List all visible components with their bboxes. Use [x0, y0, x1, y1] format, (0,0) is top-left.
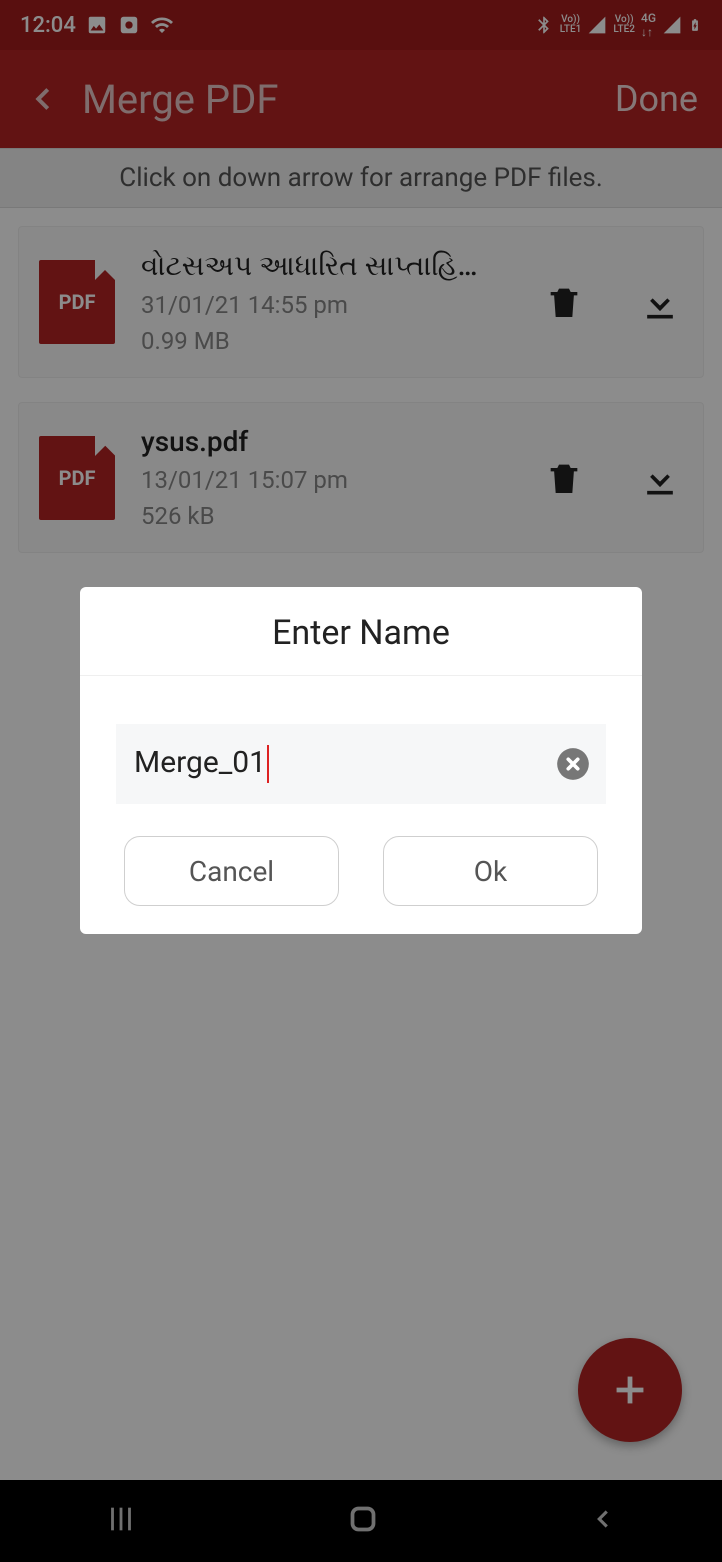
clear-input-button[interactable] — [554, 745, 592, 783]
close-circle-icon — [554, 745, 592, 783]
cancel-button[interactable]: Cancel — [124, 836, 339, 906]
enter-name-dialog: Enter Name Merge_01 Cancel Ok — [80, 587, 642, 934]
text-cursor — [267, 745, 269, 783]
dialog-title: Enter Name — [80, 587, 642, 676]
ok-button[interactable]: Ok — [383, 836, 598, 906]
name-input[interactable]: Merge_01 — [134, 745, 554, 783]
name-input-wrap[interactable]: Merge_01 — [116, 724, 606, 804]
